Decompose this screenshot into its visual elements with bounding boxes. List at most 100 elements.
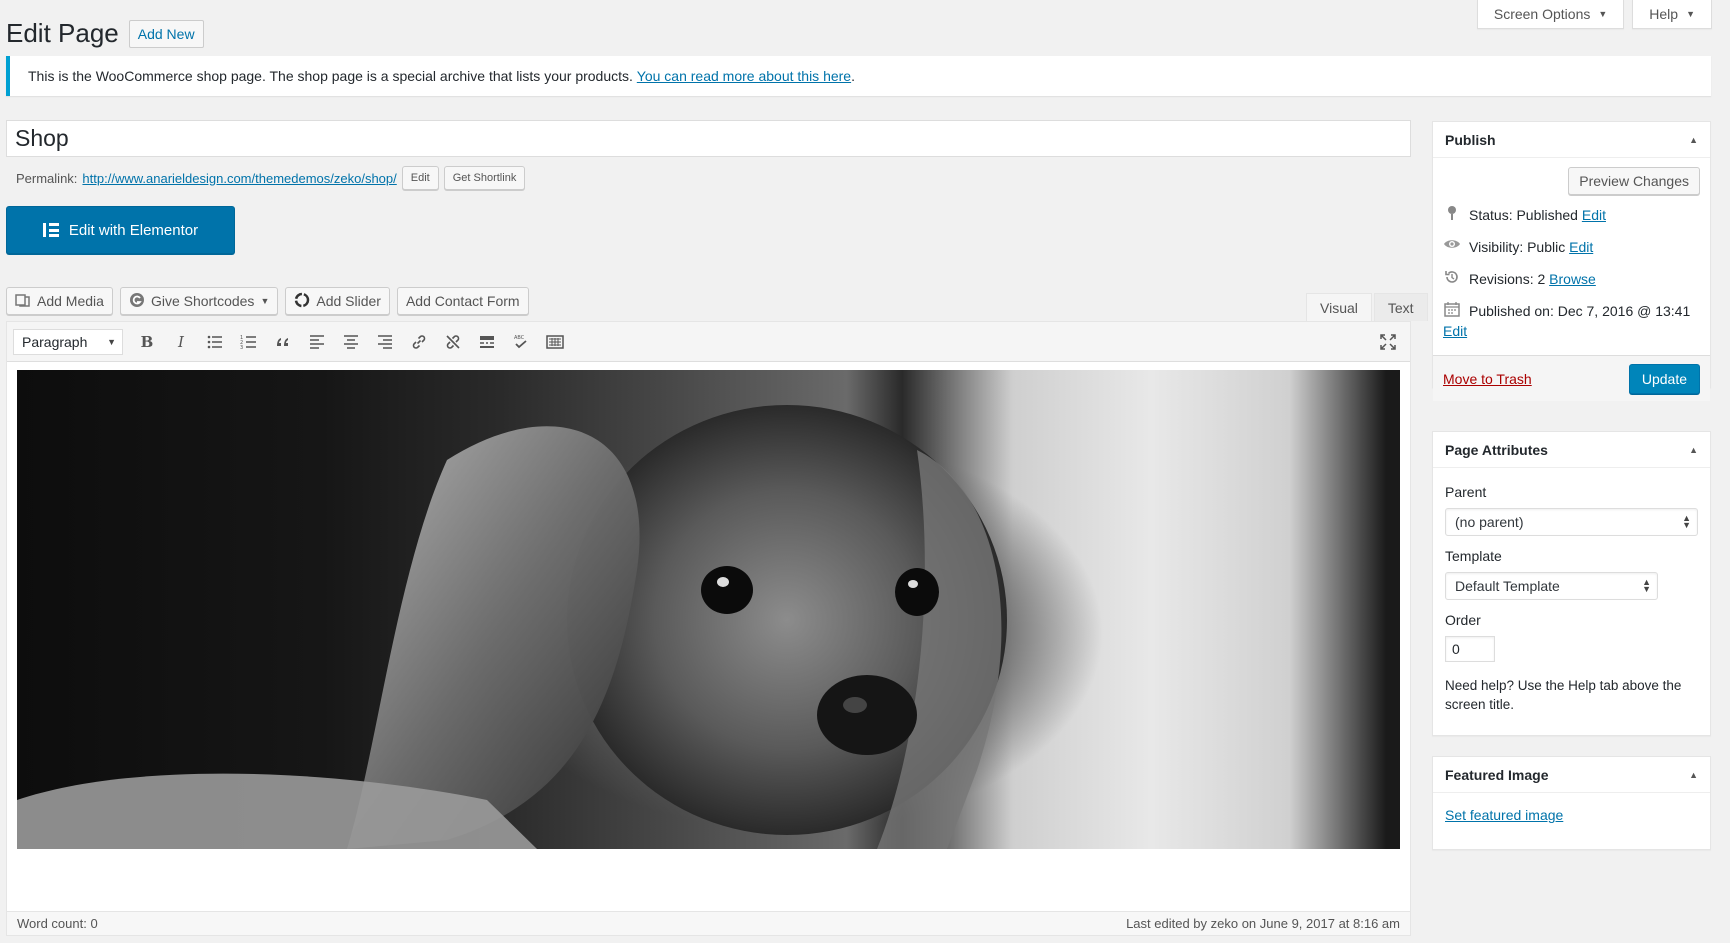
add-media-button[interactable]: Add Media [6,287,113,315]
page-header: Edit Page Add New [6,18,204,49]
parent-label: Parent [1445,484,1487,500]
select-arrows-icon: ▲ ▼ [1682,513,1691,530]
page-attributes-help: Need help? Use the Help tab above the sc… [1445,678,1682,712]
link-icon [412,334,426,349]
revisions-row: Revisions: 2 Browse [1433,263,1710,295]
publish-box: Publish ▲ Preview Changes Status: Publis… [1432,121,1711,401]
visibility-edit-link[interactable]: Edit [1569,239,1593,255]
bullet-list-icon [207,335,222,348]
spellcheck-icon: ABC [514,335,527,348]
preview-changes-button[interactable]: Preview Changes [1568,167,1700,195]
page-attributes-header[interactable]: Page Attributes ▲ [1433,432,1710,468]
add-slider-button[interactable]: Add Slider [285,287,390,315]
notice-end: . [851,68,855,84]
page-title: Edit Page [6,18,119,48]
bullet-list-button[interactable] [199,327,231,357]
permalink-label: Permalink: [16,170,78,186]
blockquote-button[interactable] [267,327,299,357]
move-to-trash-link[interactable]: Move to Trash [1443,371,1532,387]
screen-options-tab[interactable]: Screen Options ▼ [1476,0,1625,29]
align-center-button[interactable] [335,327,367,357]
set-featured-image-link[interactable]: Set featured image [1445,807,1563,823]
parent-select[interactable]: (no parent) ▲ ▼ [1445,508,1698,536]
revisions-browse-link[interactable]: Browse [1549,271,1596,287]
page-attributes-box: Page Attributes ▲ Parent (no parent) ▲ ▼ … [1432,431,1711,736]
elementor-icon [42,222,59,238]
permalink-edit-button[interactable]: Edit [401,166,439,190]
dog-photo-illustration [17,405,1007,849]
post-title-input[interactable]: Shop [6,120,1411,157]
add-slider-label: Add Slider [316,293,381,309]
elementor-label: Edit with Elementor [68,221,199,239]
dog-photo-image[interactable] [17,370,1400,849]
status-label: Status: Published [1469,207,1578,223]
visibility-label: Visibility: Public [1469,239,1566,255]
blockquote-icon [277,337,288,346]
get-shortlink-button[interactable]: Get Shortlink [443,166,526,190]
page-attributes-body: Parent (no parent) ▲ ▼ Template Default T… [1433,468,1710,726]
select-arrows-icon: ▲ ▼ [1642,577,1651,594]
give-shortcodes-label: Give Shortcodes [150,293,255,309]
italic-button[interactable]: I [165,327,197,357]
permalink-url[interactable]: http://www.anarieldesign.com/themedemos/… [82,171,396,186]
editor-toolbar: Paragraph ▼ B I 123 ABC [7,322,1410,362]
align-right-icon [378,334,392,349]
insert-link-button[interactable] [403,327,435,357]
order-input[interactable]: 0 [1445,636,1495,662]
editor-content-area[interactable] [7,362,1410,913]
slider-icon [294,292,310,311]
numbered-list-icon: 123 [240,335,256,351]
give-shortcodes-button[interactable]: Give Shortcodes ▼ [119,287,279,315]
read-more-button[interactable] [471,327,503,357]
give-icon [129,292,145,311]
add-new-button[interactable]: Add New [128,19,204,48]
media-icon [15,292,31,311]
caret-down-icon: ▼ [1598,9,1608,19]
woocommerce-notice: This is the WooCommerce shop page. The s… [6,56,1711,96]
fullscreen-icon [1380,334,1396,350]
page-attributes-title: Page Attributes [1445,441,1548,458]
caret-down-icon: ▼ [107,336,116,347]
toolbar-toggle-button[interactable] [539,327,571,357]
status-edit-link[interactable]: Edit [1582,207,1606,223]
collapse-toggle-icon[interactable]: ▲ [1689,135,1698,145]
collapse-toggle-icon[interactable]: ▲ [1689,770,1698,780]
published-on-label: Published on: Dec 7, 2016 @ 13:41 [1469,303,1691,319]
align-left-button[interactable] [301,327,333,357]
remove-link-button[interactable] [437,327,469,357]
collapse-toggle-icon[interactable]: ▲ [1689,445,1698,455]
tab-text[interactable]: Text [1373,293,1428,321]
parent-select-value: (no parent) [1455,514,1524,530]
template-select[interactable]: Default Template ▲ ▼ [1445,572,1658,600]
add-media-label: Add Media [37,293,104,309]
content-editor: Paragraph ▼ B I 123 ABC Word count: 0 La… [6,321,1411,936]
unlink-icon [446,334,460,349]
template-label: Template [1445,548,1502,564]
numbered-list-button[interactable]: 123 [233,327,265,357]
published-on-row: Published on: Dec 7, 2016 @ 13:41 Edit [1433,295,1710,347]
align-right-button[interactable] [369,327,401,357]
visibility-row: Visibility: Public Edit [1433,231,1710,263]
edit-with-elementor-button[interactable]: Edit with Elementor [6,206,235,254]
help-tab[interactable]: Help ▼ [1632,0,1712,29]
format-select[interactable]: Paragraph ▼ [13,328,123,355]
pin-icon [1443,205,1461,221]
add-contact-form-button[interactable]: Add Contact Form [396,287,529,315]
notice-text: This is the WooCommerce shop page. The s… [28,68,637,84]
publish-box-header[interactable]: Publish ▲ [1433,122,1710,158]
eye-icon [1443,237,1461,251]
caret-down-icon: ▼ [260,296,270,306]
publish-actions: Preview Changes [1433,158,1710,195]
last-edited: Last edited by zeko on June 9, 2017 at 8… [1126,916,1400,931]
media-buttons: Add Media Give Shortcodes ▼ Add Slider A… [6,287,529,315]
history-icon [1443,269,1461,285]
update-button[interactable]: Update [1628,363,1700,394]
spellcheck-button[interactable]: ABC [505,327,537,357]
featured-image-header[interactable]: Featured Image ▲ [1433,757,1710,793]
tab-visual[interactable]: Visual [1306,293,1372,321]
fullscreen-button[interactable] [1372,327,1404,357]
published-on-edit-link[interactable]: Edit [1443,323,1467,339]
notice-read-more-link[interactable]: You can read more about this here [637,68,851,84]
bold-button[interactable]: B [131,327,163,357]
calendar-icon [1443,301,1461,317]
